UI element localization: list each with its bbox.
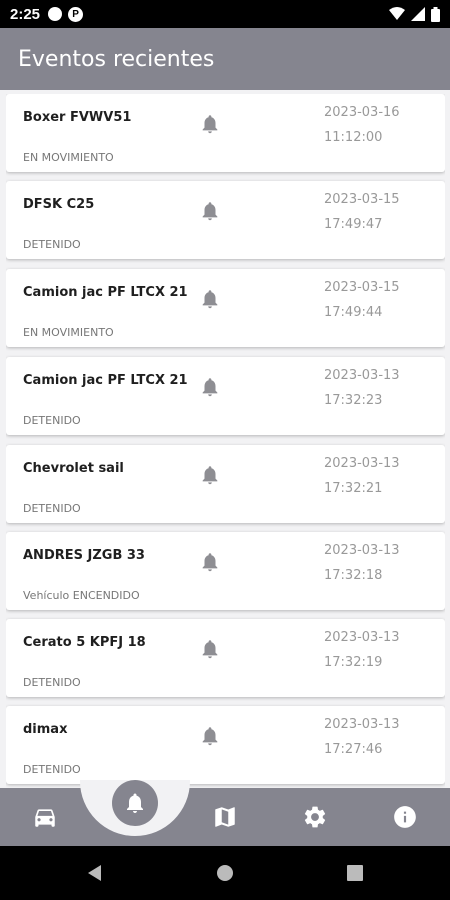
map-icon [215, 807, 235, 827]
vehicle-name: Camion jac PF LTCX 21 [23, 373, 188, 388]
bell-icon[interactable] [199, 550, 221, 574]
event-card[interactable]: Chevrolet sail 2023-03-13 17:32:21 DETEN… [6, 445, 445, 523]
back-icon[interactable] [86, 864, 104, 882]
car-icon [35, 809, 55, 827]
notification-dot-icon [48, 7, 63, 21]
status-time: 2:25 [10, 5, 41, 23]
status-icons [389, 6, 440, 22]
bell-icon[interactable] [199, 199, 221, 223]
bottom-navigation [0, 780, 450, 846]
vehicle-name: dimax [23, 722, 68, 737]
event-date: 2023-03-13 17:32:18 [324, 543, 400, 583]
event-status: EN MOVIMIENTO [23, 326, 114, 339]
page-title: Eventos recientes [18, 46, 215, 72]
bell-icon[interactable] [199, 463, 221, 487]
event-card[interactable]: ANDRES JZGB 33 2023-03-13 17:32:18 Vehíc… [6, 532, 445, 610]
event-date: 2023-03-13 17:27:46 [324, 717, 400, 757]
bell-icon[interactable] [199, 287, 221, 311]
nav-item-map[interactable] [210, 802, 240, 832]
event-status: DETENIDO [23, 763, 81, 776]
event-status: EN MOVIMIENTO [23, 151, 114, 164]
event-card[interactable]: DFSK C25 2023-03-15 17:49:47 DETENIDO [6, 181, 445, 259]
bell-icon[interactable] [199, 637, 221, 661]
event-card[interactable]: Camion jac PF LTCX 21 2023-03-15 17:49:4… [6, 269, 445, 347]
vehicle-name: DFSK C25 [23, 197, 95, 212]
bell-icon [127, 793, 143, 813]
event-status: DETENIDO [23, 676, 81, 689]
home-icon[interactable] [216, 864, 234, 882]
battery-icon [431, 6, 440, 22]
vehicle-name: ANDRES JZGB 33 [23, 548, 145, 563]
status-bar: 2:25 P [0, 0, 450, 28]
event-card[interactable]: dimax 2023-03-13 17:27:46 DETENIDO [6, 706, 445, 784]
event-status: DETENIDO [23, 414, 81, 427]
event-date: 2023-03-13 17:32:23 [324, 368, 400, 408]
vehicle-name: Camion jac PF LTCX 21 [23, 285, 188, 300]
vehicle-name: Chevrolet sail [23, 461, 124, 476]
system-navigation-bar [0, 846, 450, 900]
app-bar: Eventos recientes [0, 28, 450, 90]
vehicle-name: Boxer FVWV51 [23, 110, 132, 125]
events-list[interactable]: Boxer FVWV51 2023-03-16 11:12:00 EN MOVI… [6, 94, 445, 788]
event-card[interactable]: Boxer FVWV51 2023-03-16 11:12:00 EN MOVI… [6, 94, 445, 172]
event-status: DETENIDO [23, 502, 81, 515]
nav-item-vehicles[interactable] [30, 802, 60, 832]
info-icon [394, 806, 416, 828]
bell-icon[interactable] [199, 112, 221, 136]
vehicle-name: Cerato 5 KPFJ 18 [23, 635, 146, 650]
event-date: 2023-03-13 17:32:19 [324, 630, 400, 670]
recents-icon[interactable] [346, 864, 364, 882]
event-date: 2023-03-16 11:12:00 [324, 105, 400, 145]
event-status: Vehículo ENCENDIDO [23, 589, 140, 602]
gear-icon [304, 806, 326, 828]
event-card[interactable]: Camion jac PF LTCX 21 2023-03-13 17:32:2… [6, 357, 445, 435]
event-status: DETENIDO [23, 238, 81, 251]
wifi-icon [389, 7, 405, 20]
bell-icon[interactable] [199, 375, 221, 399]
event-date: 2023-03-15 17:49:44 [324, 280, 400, 320]
event-date: 2023-03-15 17:49:47 [324, 192, 400, 232]
bell-icon[interactable] [199, 724, 221, 748]
nav-item-notifications[interactable] [112, 780, 158, 826]
event-card[interactable]: Cerato 5 KPFJ 18 2023-03-13 17:32:19 DET… [6, 619, 445, 697]
p-app-icon: P [68, 6, 84, 22]
event-date: 2023-03-13 17:32:21 [324, 456, 400, 496]
nav-item-info[interactable] [390, 802, 420, 832]
nav-item-settings[interactable] [300, 802, 330, 832]
cellular-icon [411, 7, 425, 21]
